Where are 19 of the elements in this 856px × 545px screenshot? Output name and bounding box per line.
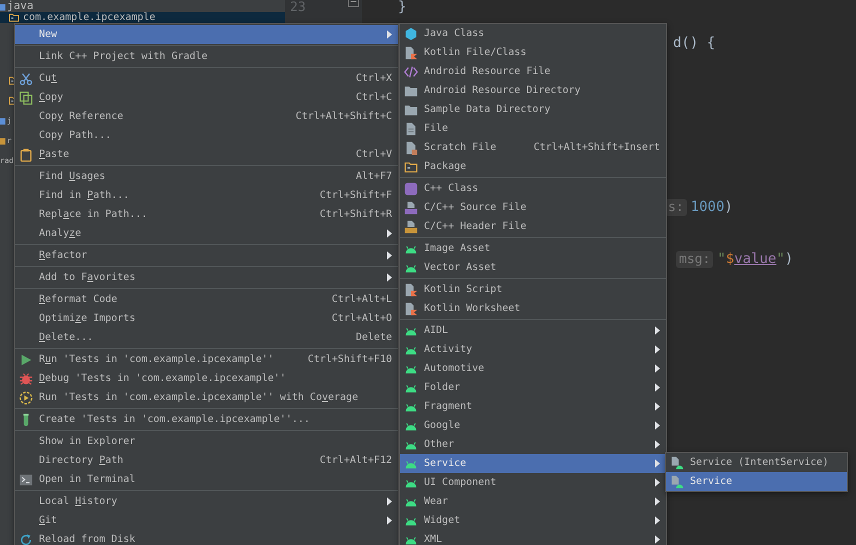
shortcut-label: Ctrl+Shift+F <box>320 190 392 201</box>
shortcut-label: Ctrl+Alt+O <box>332 313 392 324</box>
shortcut-label: Ctrl+Alt+L <box>332 294 392 305</box>
shortcut-label: Ctrl+C <box>356 92 392 103</box>
code-text: d() { <box>673 35 716 51</box>
shortcut-label: Ctrl+V <box>356 149 392 160</box>
code-text: 1000) <box>690 199 733 215</box>
shortcut-label: Ctrl+Alt+F12 <box>320 455 392 466</box>
shortcut-label: Delete <box>356 332 392 343</box>
inlay-hint: msg: <box>676 250 714 268</box>
shortcut-label: Ctrl+Alt+Shift+Insert <box>534 142 660 153</box>
inlay-hint: s: <box>665 198 687 216</box>
shortcut-label: Alt+F7 <box>356 171 392 182</box>
shortcut-label: Ctrl+Alt+Shift+C <box>296 111 392 122</box>
code-text: } <box>398 0 406 15</box>
shortcut-label: Ctrl+X <box>356 73 392 84</box>
shortcut-label: Ctrl+Shift+F10 <box>308 354 392 365</box>
shortcut-label: Ctrl+Shift+R <box>320 209 392 220</box>
code-text: "$value") <box>717 251 794 267</box>
